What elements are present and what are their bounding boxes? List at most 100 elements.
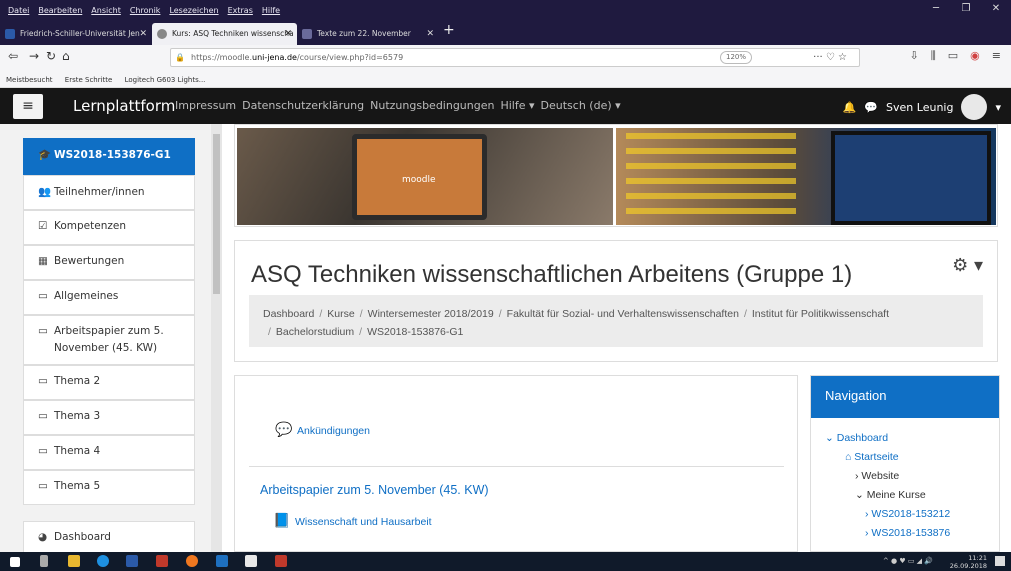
browser-tab-uni[interactable]: Friedrich-Schiller-Universität Jen ✕: [0, 23, 152, 45]
drawer-item-grades[interactable]: ▦ Bewertungen: [23, 245, 195, 280]
url-bar[interactable]: 🔒 https://moodle.uni-jena.de/course/view…: [170, 48, 860, 67]
user-name[interactable]: Sven Leunig: [886, 101, 953, 114]
close-tab-icon[interactable]: ✕: [426, 23, 434, 45]
task-view-icon[interactable]: [40, 555, 48, 567]
nav-item-startseite[interactable]: ⌂ Startseite: [845, 451, 899, 463]
drawer-item-competencies[interactable]: ☑ Kompetenzen: [23, 210, 195, 245]
breadcrumb-dashboard[interactable]: Dashboard: [263, 308, 314, 320]
back-icon[interactable]: ⇦: [8, 49, 18, 63]
library-icon[interactable]: ⫼: [931, 49, 936, 63]
outlook-icon[interactable]: [216, 555, 228, 567]
drawer-toggle-button[interactable]: ≡: [13, 94, 43, 119]
drawer-item-dashboard[interactable]: ◕ Dashboard: [23, 521, 195, 552]
notification-bell-icon[interactable]: 🔔: [843, 101, 857, 114]
word-icon[interactable]: [126, 555, 138, 567]
folder-icon: ▭: [38, 325, 48, 337]
link-hilfe[interactable]: Hilfe ▾: [500, 99, 534, 112]
chevron-down-icon[interactable]: ▾: [995, 101, 1001, 114]
drawer-scrollbar[interactable]: [211, 124, 222, 552]
user-menu[interactable]: 🔔 💬 Sven Leunig ▾: [843, 94, 1001, 120]
nav-item-website[interactable]: › Website: [855, 470, 899, 482]
drawer-item-arbeitspapier[interactable]: ▭ Arbeitspapier zum 5. November (45. KW): [23, 315, 195, 365]
chevron-down-icon: ⌄: [855, 489, 864, 501]
drawer-item-thema-5[interactable]: ▭ Thema 5: [23, 470, 195, 505]
close-window-icon[interactable]: ✕: [981, 0, 1011, 20]
breadcrumb-faculty[interactable]: Fakultät für Sozial- und Verhaltenswisse…: [507, 308, 739, 320]
menu-hilfe[interactable]: Hilfe: [262, 6, 280, 15]
breadcrumb-kurse[interactable]: Kurse: [327, 308, 354, 320]
sidebar-icon[interactable]: ▭: [948, 49, 958, 63]
action-center-icon[interactable]: [995, 556, 1005, 566]
bookmark-logitech[interactable]: Logitech G603 Lights...: [125, 76, 206, 84]
nav-item-meine-kurse[interactable]: ⌄ Meine Kurse: [855, 489, 926, 501]
page-actions-icon[interactable]: ··· ♡ ☆: [813, 49, 847, 66]
link-datenschutz[interactable]: Datenschutzerklärung: [242, 99, 364, 112]
system-tray-icons[interactable]: ^ ● ♥ ▭ ◢ 🔊: [883, 557, 933, 565]
menu-chronik[interactable]: Chronik: [130, 6, 161, 15]
acrobat-icon[interactable]: [275, 555, 287, 567]
drawer-item-course[interactable]: 🎓 WS2018-153876-G1: [23, 138, 195, 175]
checkbox-icon: ☑: [38, 220, 48, 232]
language-menu[interactable]: Deutsch (de) ▾: [541, 99, 621, 112]
resource-label: Wissenschaft und Hausarbeit: [295, 516, 432, 528]
forum-icon: 💬: [275, 421, 293, 437]
menu-ansicht[interactable]: Ansicht: [91, 6, 121, 15]
drawer-item-thema-2[interactable]: ▭ Thema 2: [23, 365, 195, 400]
home-icon[interactable]: ⌂: [62, 49, 70, 63]
menu-extras[interactable]: Extras: [228, 6, 253, 15]
browser-tab-texte[interactable]: Texte zum 22. November ✕: [297, 23, 439, 45]
breadcrumb-bachelor[interactable]: Bachelorstudium: [276, 326, 354, 338]
banner-image-abacus: [616, 128, 996, 225]
reload-icon[interactable]: ↻: [46, 49, 56, 63]
bookmark-meistbesucht[interactable]: Meistbesucht: [6, 76, 53, 84]
section-title[interactable]: Arbeitspapier zum 5. November (45. KW): [260, 483, 489, 497]
nav-item-dashboard[interactable]: ⌄ Dashboard: [825, 432, 888, 444]
announcements-label: Ankündigungen: [297, 425, 370, 437]
menu-bearbeiten[interactable]: Bearbeiten: [38, 6, 82, 15]
avatar[interactable]: [961, 94, 988, 120]
section-divider: [249, 466, 784, 467]
close-tab-icon[interactable]: ✕: [139, 23, 147, 45]
zoom-indicator[interactable]: 120%: [719, 51, 752, 64]
tab-title: Friedrich-Schiller-Universität Jen: [20, 29, 140, 38]
folder-icon: ▭: [38, 480, 48, 492]
drawer-item-thema-3[interactable]: ▭ Thema 3: [23, 400, 195, 435]
scrollbar-thumb[interactable]: [213, 134, 220, 294]
close-tab-icon[interactable]: ✕: [284, 23, 292, 45]
minimize-icon[interactable]: ─: [921, 0, 951, 20]
browser-tab-course[interactable]: Kurs: ASQ Techniken wissenscha ✕: [152, 23, 297, 45]
skype-icon[interactable]: [97, 555, 109, 567]
forward-icon[interactable]: →: [29, 49, 39, 63]
file-explorer-icon[interactable]: [68, 555, 80, 567]
gear-icon[interactable]: ⚙ ▾: [952, 255, 983, 276]
hamburger-menu-icon[interactable]: ≡: [992, 49, 1001, 63]
drawer-item-general[interactable]: ▭ Allgemeines: [23, 280, 195, 315]
notes-icon[interactable]: [245, 555, 257, 567]
link-nutzungsbedingungen[interactable]: Nutzungsbedingungen: [370, 99, 494, 112]
new-tab-button[interactable]: +: [443, 22, 455, 38]
menu-datei[interactable]: Datei: [8, 6, 29, 15]
announcements-link[interactable]: 💬 Ankündigungen: [275, 421, 370, 438]
breadcrumb-semester[interactable]: Wintersemester 2018/2019: [368, 308, 494, 320]
bookmark-erste-schritte[interactable]: Erste Schritte: [65, 76, 113, 84]
messages-icon[interactable]: 💬: [864, 101, 878, 114]
url-domain: uni-jena.de: [252, 53, 297, 62]
drawer-item-participants[interactable]: 👥 Teilnehmer/innen: [23, 175, 195, 210]
download-icon[interactable]: ⇩: [909, 49, 918, 63]
resource-link[interactable]: 📘 Wissenschaft und Hausarbeit: [273, 512, 432, 529]
nav-item-course-153876[interactable]: › WS2018-153876: [865, 527, 950, 539]
firefox-icon[interactable]: [186, 555, 198, 567]
link-impressum[interactable]: Impressum: [175, 99, 236, 112]
site-brand[interactable]: Lernplattform: [73, 97, 175, 115]
breadcrumb-institute[interactable]: Institut für Politikwissenschaft: [752, 308, 889, 320]
app-icon[interactable]: [156, 555, 168, 567]
addon-icon[interactable]: ◉: [970, 49, 980, 63]
drawer-item-thema-4[interactable]: ▭ Thema 4: [23, 435, 195, 470]
browser-menubar: Datei Bearbeiten Ansicht Chronik Lesezei…: [0, 0, 1011, 20]
maximize-icon[interactable]: ❐: [951, 0, 981, 20]
menu-lesezeichen[interactable]: Lesezeichen: [169, 6, 218, 15]
windows-start-icon[interactable]: [10, 557, 20, 567]
clock[interactable]: 11:21 26.09.2018: [950, 554, 987, 570]
breadcrumb-course[interactable]: WS2018-153876-G1: [367, 326, 463, 338]
nav-item-course-153212[interactable]: › WS2018-153212: [865, 508, 950, 520]
